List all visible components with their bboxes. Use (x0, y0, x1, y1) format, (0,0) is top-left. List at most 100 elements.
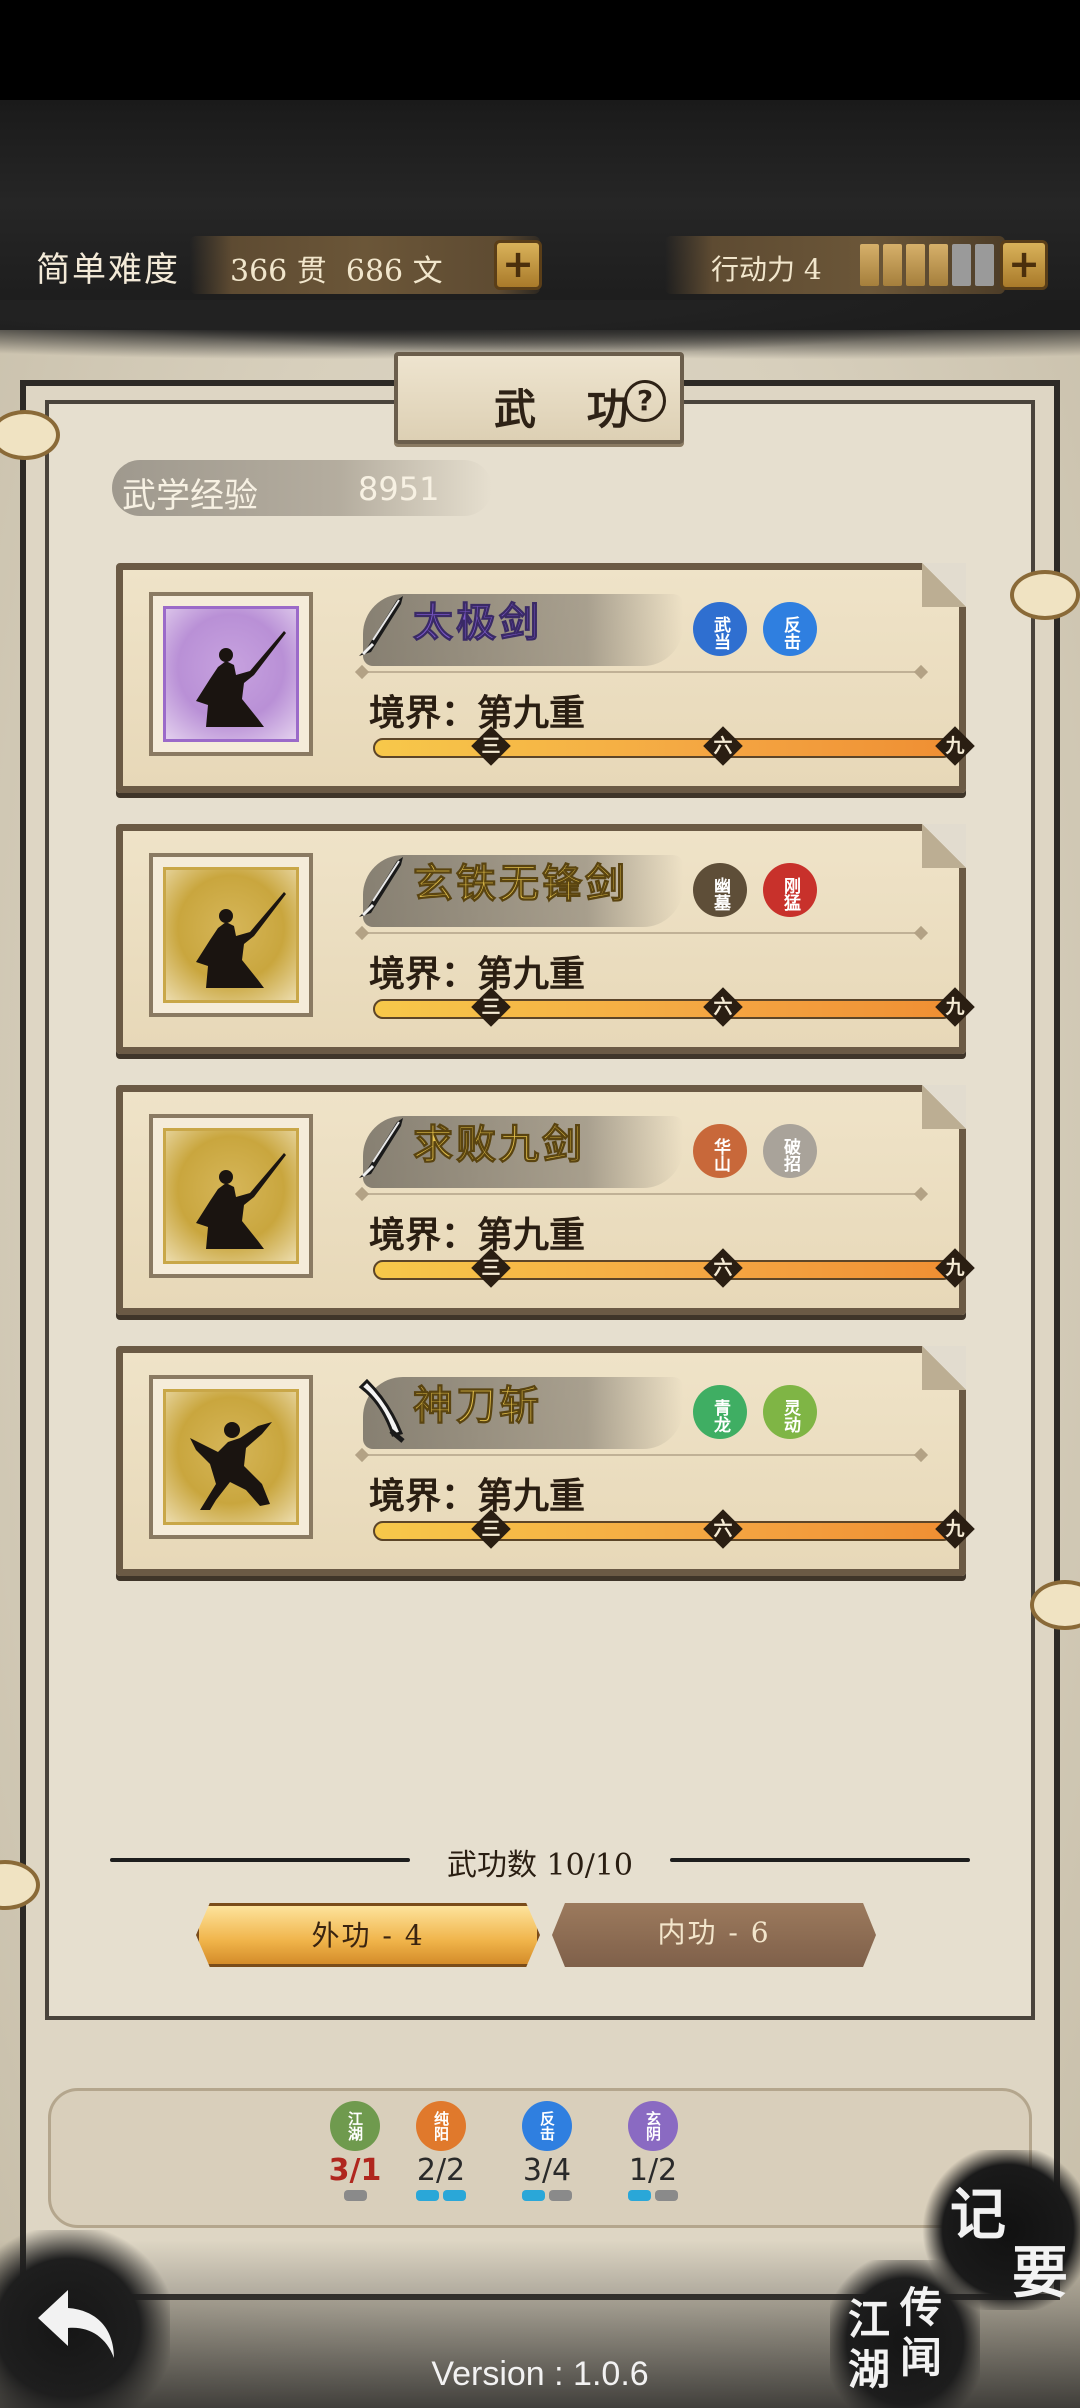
skill-card[interactable]: 太极剑 武当 反击 境界：第九重 三 六 九 (116, 563, 975, 793)
stamina-cell (883, 244, 902, 286)
faction-badge: 玄阴 (628, 2101, 678, 2151)
faction-item[interactable]: 反击 3/4 (507, 2101, 587, 2201)
skill-portrait (149, 1375, 313, 1539)
stamina-display: 行动力 4 (665, 236, 1005, 294)
faction-count: 3/4 (522, 2153, 572, 2188)
faction-item[interactable]: 江湖 3/1 (315, 2101, 395, 2201)
skill-card[interactable]: 求败九剑 华山 破招 境界：第九重 三 六 九 (116, 1085, 975, 1315)
divider (361, 1193, 921, 1195)
skill-realm: 境界：第九重 (369, 1475, 586, 1517)
skill-count: 武功数 10/10 (447, 1848, 633, 1883)
faction-badge: 反击 (522, 2101, 572, 2151)
tab-outer-skills[interactable]: 外功 - 4 (196, 1903, 540, 1967)
ink-edge (0, 300, 1080, 360)
faction-pip (343, 2190, 367, 2201)
skill-tag-badge: 破招 (763, 1124, 817, 1178)
divider-dot (913, 1186, 929, 1202)
status-bar (0, 0, 1080, 100)
sword-icon (353, 590, 409, 662)
realm-progress-fill (375, 1523, 951, 1539)
skill-name: 神刀斩 (413, 1382, 542, 1430)
skill-name: 求败九剑 (413, 1121, 585, 1169)
divider-dot (354, 925, 370, 941)
faction-pips (507, 2190, 587, 2201)
stamina-cell (860, 244, 879, 286)
milestone-label: 九 (945, 996, 965, 1018)
milestone-label: 六 (713, 996, 733, 1018)
faction-pip (522, 2190, 545, 2201)
skill-tag-badge: 反击 (763, 602, 817, 656)
blade-icon (353, 1373, 409, 1445)
stamina-cell (929, 244, 948, 286)
sword-icon (353, 1112, 409, 1184)
faction-pips (613, 2190, 693, 2201)
stamina-cell (952, 244, 971, 286)
cloud-ornament (1010, 570, 1080, 620)
money-text: 366 贯 686 文 (230, 254, 443, 289)
faction-summary: 江湖 3/1 纯阳 2/2 反击 3/4 玄阴 1/2 (48, 2088, 1032, 2228)
realm-progress-bar: 三 六 九 (373, 1509, 975, 1549)
milestone-label: 六 (713, 1257, 733, 1279)
notes-char: 要 (1012, 2240, 1068, 2306)
top-bar (0, 100, 1080, 330)
skill-tag-badge: 武当 (693, 602, 747, 656)
tab-inner-skills[interactable]: 内功 - 6 (552, 1903, 876, 1967)
milestone-label: 九 (945, 1518, 965, 1540)
skill-portrait-art (163, 606, 299, 742)
milestone-label: 三 (481, 1518, 501, 1540)
milestone-label: 三 (481, 735, 501, 757)
divider (361, 1454, 921, 1456)
fold-corner (922, 563, 966, 607)
skill-portrait-art (163, 867, 299, 1003)
skill-tag-badge: 青龙 (693, 1385, 747, 1439)
skill-portrait (149, 592, 313, 756)
skill-portrait-art (163, 1128, 299, 1264)
skill-name: 太极剑 (413, 599, 542, 647)
faction-badge: 江湖 (330, 2101, 380, 2151)
realm-progress-bar: 三 六 九 (373, 1248, 975, 1288)
fold-corner (922, 1085, 966, 1129)
milestone-label: 九 (945, 735, 965, 757)
skill-realm: 境界：第九重 (369, 692, 586, 734)
skill-count-row: 武功数 10/10 (110, 1838, 970, 1883)
stamina-bar (860, 244, 994, 286)
milestone-label: 六 (713, 1518, 733, 1540)
faction-pips (315, 2190, 395, 2201)
divider-dot (354, 1186, 370, 1202)
skill-card[interactable]: 神刀斩 青龙 灵动 境界：第九重 三 六 九 (116, 1346, 975, 1576)
skill-card[interactable]: 玄铁无锋剑 幽墓 刚猛 境界：第九重 三 六 九 (116, 824, 975, 1054)
add-money-button[interactable]: + (494, 240, 542, 290)
version-text: Version : 1.0.6 (431, 2355, 649, 2393)
skill-portrait-art (163, 1389, 299, 1525)
exp-value: 8951 (358, 470, 440, 508)
faction-count: 3/1 (328, 2153, 382, 2188)
fold-corner (922, 1346, 966, 1390)
skill-tag-badge: 华山 (693, 1124, 747, 1178)
milestone-label: 三 (481, 996, 501, 1018)
add-stamina-button[interactable]: + (1000, 240, 1048, 290)
skill-realm: 境界：第九重 (369, 1214, 586, 1256)
faction-pips (401, 2190, 481, 2201)
skill-realm: 境界：第九重 (369, 953, 586, 995)
notes-char: 记 (950, 2182, 1006, 2248)
skill-tag-badge: 幽墓 (693, 863, 747, 917)
realm-progress-fill (375, 1262, 951, 1278)
divider-dot (913, 925, 929, 941)
divider-dot (913, 1447, 929, 1463)
title-plaque: 武 功 ? (394, 352, 684, 444)
realm-progress-fill (375, 1001, 951, 1017)
page-title: 武 功 (494, 385, 647, 434)
divider (361, 671, 921, 673)
faction-item[interactable]: 纯阳 2/2 (401, 2101, 481, 2201)
help-icon[interactable]: ? (624, 380, 666, 422)
skill-portrait (149, 853, 313, 1017)
faction-item[interactable]: 玄阴 1/2 (613, 2101, 693, 2201)
skill-tag-badge: 刚猛 (763, 863, 817, 917)
faction-pip (549, 2190, 572, 2201)
milestone-label: 六 (713, 735, 733, 757)
milestone-label: 九 (945, 1257, 965, 1279)
stamina-cell (975, 244, 994, 286)
milestone-label: 三 (481, 1257, 501, 1279)
sword-icon (353, 851, 409, 923)
faction-pip (628, 2190, 651, 2201)
